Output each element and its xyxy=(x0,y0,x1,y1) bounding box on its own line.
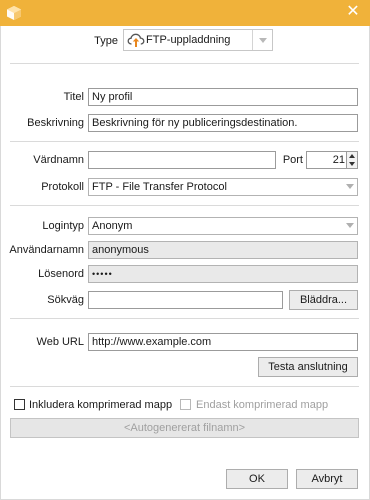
protokoll-dropdown[interactable]: FTP - File Transfer Protocol xyxy=(88,178,358,196)
logintyp-value: Anonym xyxy=(92,220,133,232)
include-compressed-checkbox[interactable] xyxy=(14,399,25,410)
separator xyxy=(10,63,359,64)
ok-button[interactable]: OK xyxy=(226,469,288,489)
stepper-up-icon[interactable] xyxy=(349,154,355,158)
include-compressed-label[interactable]: Inkludera komprimerad mapp xyxy=(29,397,172,413)
port-label: Port xyxy=(282,154,303,166)
test-connection-button[interactable]: Testa anslutning xyxy=(258,357,358,377)
separator xyxy=(10,141,359,142)
vardnamn-field[interactable] xyxy=(88,151,276,169)
only-compressed-label: Endast komprimerad mapp xyxy=(196,399,329,411)
vardnamn-label: Värdnamn xyxy=(33,154,84,166)
cloud-upload-icon xyxy=(127,33,145,47)
titel-field[interactable]: Ny profil xyxy=(88,88,358,106)
box-icon xyxy=(7,6,21,20)
beskrivning-field[interactable]: Beskrivning för ny publiceringsdestinati… xyxy=(88,114,358,132)
only-compressed-checkbox xyxy=(180,399,191,410)
losenord-label: Lösenord xyxy=(38,268,84,280)
cancel-button[interactable]: Avbryt xyxy=(296,469,358,489)
port-stepper[interactable] xyxy=(346,151,358,169)
separator xyxy=(10,205,359,206)
type-dropdown[interactable]: FTP-uppladdning xyxy=(123,29,273,51)
port-value: 21 xyxy=(332,154,345,166)
logintyp-label: Logintyp xyxy=(42,220,84,232)
chevron-down-icon xyxy=(346,184,354,189)
stepper-down-icon[interactable] xyxy=(349,162,355,166)
weburl-label: Web URL xyxy=(36,336,84,348)
autogen-filename-field: <Autogenererat filnamn> xyxy=(10,418,359,438)
chevron-down-icon xyxy=(259,38,267,43)
separator xyxy=(10,318,359,319)
beskrivning-label: Beskrivning xyxy=(27,117,84,129)
separator xyxy=(10,386,359,387)
title-bar: ✕ xyxy=(0,0,370,26)
weburl-field[interactable]: http://www.example.com xyxy=(88,333,358,351)
titel-label: Titel xyxy=(63,91,84,103)
protokoll-value: FTP - File Transfer Protocol xyxy=(92,181,227,193)
logintyp-dropdown[interactable]: Anonym xyxy=(88,217,358,235)
anvandarnamn-field: anonymous xyxy=(88,241,358,259)
losenord-field: ••••• xyxy=(88,265,358,283)
type-value: FTP-uppladdning xyxy=(146,34,231,46)
protokoll-label: Protokoll xyxy=(41,181,84,193)
anvandarnamn-label: Användarnamn xyxy=(9,244,84,256)
chevron-down-icon xyxy=(346,223,354,228)
close-icon[interactable]: ✕ xyxy=(344,3,362,21)
sokvag-field[interactable] xyxy=(88,291,283,309)
type-dropdown-button[interactable] xyxy=(252,30,272,50)
sokvag-label: Sökväg xyxy=(47,294,84,306)
type-label: Type xyxy=(94,35,118,47)
browse-button[interactable]: Bläddra... xyxy=(289,290,358,310)
